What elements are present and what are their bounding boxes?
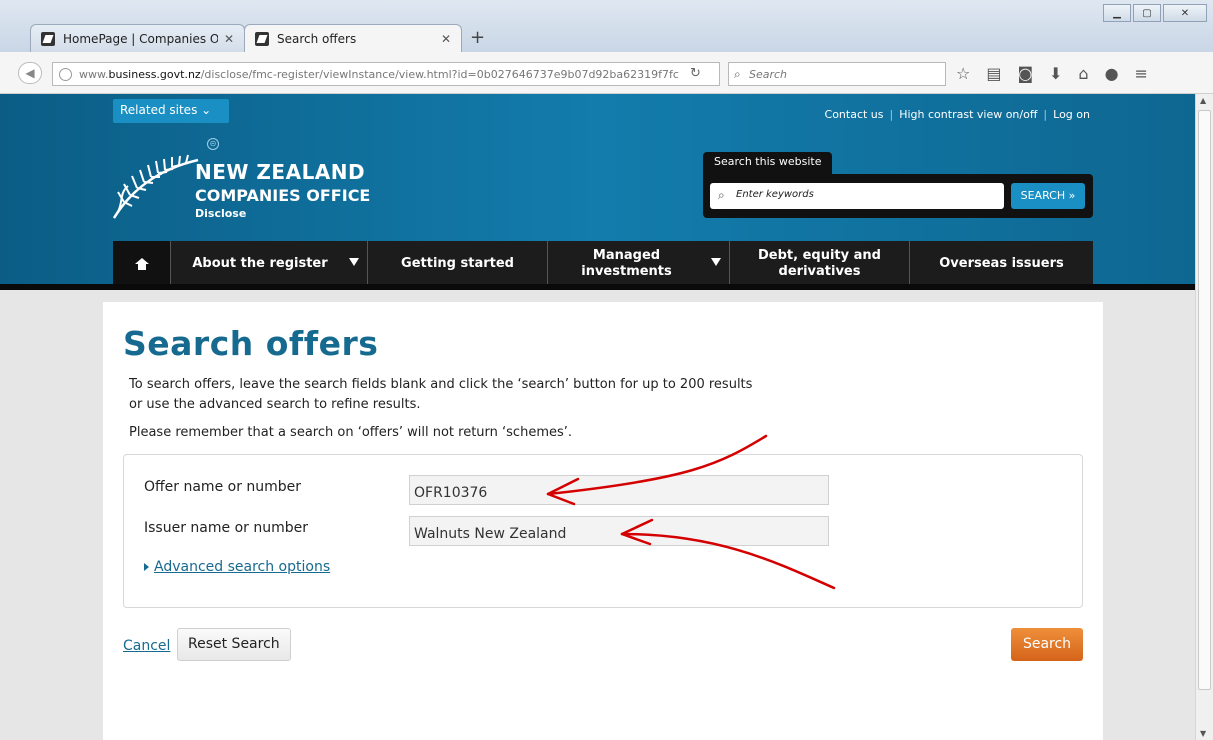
high-contrast-link[interactable]: High contrast view on/off: [899, 108, 1037, 121]
search-button[interactable]: Search: [1011, 628, 1083, 661]
close-icon[interactable]: ✕: [441, 32, 451, 46]
page-scrollbar[interactable]: ▲ ▼: [1195, 94, 1213, 740]
log-on-link[interactable]: Log on: [1053, 108, 1090, 121]
window-controls: ▁ ▢ ✕: [1103, 4, 1207, 22]
url-domain: business.govt.nz: [108, 67, 201, 81]
offer-field-label: Offer name or number: [144, 479, 302, 495]
tab-homepage[interactable]: HomePage | Companies O... ✕: [30, 24, 245, 52]
nav-label: Overseas issuers: [939, 255, 1064, 271]
close-icon[interactable]: ✕: [224, 32, 234, 46]
url-prefix: www.: [79, 67, 109, 81]
fern-logo-icon: [112, 154, 199, 219]
bookmarks-list-icon[interactable]: ▤: [986, 64, 1001, 83]
site-search: Search this website ⌕ Enter keywords SEA…: [703, 152, 1093, 218]
window-close-icon[interactable]: ✕: [1163, 4, 1207, 22]
search-tab-label: Search this website: [703, 152, 833, 174]
bookmark-star-icon[interactable]: ☆: [956, 64, 970, 83]
site-search-input[interactable]: ⌕ Enter keywords: [710, 183, 1004, 209]
advanced-search-label: Advanced search options: [154, 559, 331, 575]
site-favicon-icon: [41, 31, 55, 46]
separator: |: [1043, 108, 1048, 121]
tab-search-offers[interactable]: Search offers ✕: [244, 24, 462, 52]
pocket-icon[interactable]: ◙: [1017, 64, 1033, 83]
logo-line-3: Disclose: [195, 207, 247, 220]
advanced-search-link[interactable]: Advanced search options: [144, 559, 330, 575]
site-search-button[interactable]: SEARCH »: [1011, 183, 1085, 209]
logo-line-2: COMPANIES OFFICE: [195, 186, 371, 205]
home-icon[interactable]: ⌂: [1078, 64, 1088, 83]
tab-label: HomePage | Companies O...: [63, 31, 218, 46]
maximize-icon[interactable]: ▢: [1133, 4, 1161, 22]
tab-label: Search offers: [277, 31, 357, 46]
cancel-link[interactable]: Cancel: [123, 638, 170, 654]
header-bottom-bar: [0, 284, 1195, 290]
url-path: /disclose/fmc-register/viewInstance/view…: [200, 67, 679, 81]
browser-search-input[interactable]: ⌕ Search: [728, 62, 946, 86]
nav-home[interactable]: [113, 241, 171, 286]
search-icon: ⌕: [734, 67, 741, 81]
intro-text: To search offers, leave the search field…: [129, 377, 753, 412]
browser-tabstrip: HomePage | Companies O... ✕ Search offer…: [0, 0, 1213, 52]
site-header: Related sites ⌄ Contact us | High contra…: [0, 94, 1195, 290]
minimize-icon[interactable]: ▁: [1103, 4, 1131, 22]
expand-triangle-icon: [144, 563, 149, 571]
page-title: Search offers: [123, 324, 379, 363]
download-icon[interactable]: ⬇: [1049, 64, 1062, 83]
globe-icon: [59, 68, 72, 81]
main-navigation: About the register Getting started Manag…: [113, 241, 1093, 286]
scroll-up-icon[interactable]: ▲: [1200, 96, 1206, 105]
scroll-down-icon[interactable]: ▼: [1200, 729, 1206, 738]
address-bar[interactable]: www. business.govt.nz/disclose/fmc-regist…: [52, 62, 720, 86]
dropdown-arrow-icon: [711, 258, 721, 266]
logo-line-1: NEW ZEALAND: [195, 160, 366, 184]
dropdown-arrow-icon: [349, 258, 359, 266]
site-logo[interactable]: NEW ZEALAND COMPANIES OFFICE Disclose: [195, 160, 370, 220]
toolbar-icons: ☆ ▤ ◙ ⬇ ⌂ ● ≡: [956, 64, 1148, 83]
contact-us-link[interactable]: Contact us: [825, 108, 884, 121]
nav-getting-started[interactable]: Getting started: [368, 241, 548, 286]
registered-mark-icon: ⊝: [207, 138, 219, 150]
nav-label: About the register: [192, 255, 328, 271]
nav-about-register[interactable]: About the register: [171, 241, 368, 286]
issuer-field-label: Issuer name or number: [144, 520, 308, 536]
search-panel: ⌕ Enter keywords SEARCH »: [703, 174, 1093, 218]
nav-managed-investments[interactable]: Managed investments: [548, 241, 730, 286]
back-icon[interactable]: ◀: [18, 62, 42, 84]
site-search-placeholder: Enter keywords: [736, 189, 814, 200]
nav-debt-equity[interactable]: Debt, equity and derivatives: [730, 241, 910, 286]
new-tab-icon[interactable]: +: [470, 27, 485, 48]
top-links: Contact us | High contrast view on/off |…: [825, 108, 1090, 121]
browser-toolbar: ◀ www. business.govt.nz/disclose/fmc-regi…: [0, 52, 1213, 94]
offer-name-input[interactable]: [409, 475, 829, 505]
note-text: Please remember that a search on ‘offers…: [129, 425, 573, 440]
search-form: Offer name or number Issuer name or numb…: [123, 454, 1083, 608]
search-icon: ⌕: [718, 188, 725, 202]
nav-label: Getting started: [401, 255, 514, 271]
site-favicon-icon: [255, 31, 269, 46]
nav-label: Managed investments: [581, 247, 672, 279]
reload-icon[interactable]: ↻: [690, 66, 701, 81]
main-content: Search offers To search offers, leave th…: [103, 302, 1103, 740]
related-sites-button[interactable]: Related sites ⌄: [113, 99, 229, 123]
home-icon: [134, 257, 149, 270]
reset-search-button[interactable]: Reset Search: [177, 628, 291, 661]
browser-search-placeholder: Search: [749, 67, 788, 81]
chat-icon[interactable]: ●: [1105, 64, 1119, 83]
nav-overseas-issuers[interactable]: Overseas issuers: [910, 241, 1093, 286]
nav-label: Debt, equity and derivatives: [758, 247, 881, 279]
menu-icon[interactable]: ≡: [1135, 64, 1148, 83]
issuer-name-input[interactable]: [409, 516, 829, 546]
separator: |: [889, 108, 894, 121]
web-page: Related sites ⌄ Contact us | High contra…: [0, 94, 1195, 740]
scrollbar-thumb[interactable]: [1198, 110, 1211, 690]
